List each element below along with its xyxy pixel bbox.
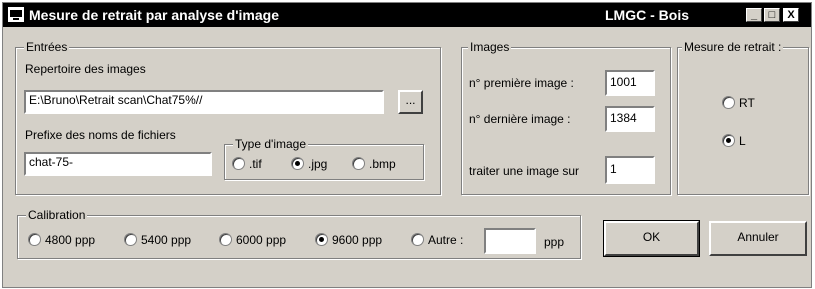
window-subtitle: LMGC - Bois (605, 7, 689, 23)
browse-button[interactable]: ... (398, 90, 423, 114)
window-title: Mesure de retrait par analyse d'image (29, 7, 279, 23)
radio-tif[interactable]: .tif (232, 157, 262, 171)
radio-jpg[interactable]: .jpg (291, 157, 327, 171)
title-bar: Mesure de retrait par analyse d'image LM… (3, 3, 811, 27)
autre-ppp-input[interactable] (484, 228, 536, 254)
radio-dot (28, 233, 41, 246)
traiter-label: traiter une image sur (469, 164, 580, 178)
images-group: Images n° première image : 1001 n° derni… (461, 40, 671, 195)
radio-4800[interactable]: 4800 ppp (28, 233, 95, 247)
ok-button[interactable]: OK (603, 220, 700, 257)
computer-icon (8, 7, 24, 22)
radio-rt-label: RT (739, 96, 755, 110)
radio-dot (291, 157, 304, 170)
radio-bmp[interactable]: .bmp (352, 157, 396, 171)
ppp-unit-label: ppp (544, 235, 565, 249)
radio-autre[interactable]: Autre : (411, 233, 463, 247)
radio-5400[interactable]: 5400 ppp (124, 233, 191, 247)
radio-bmp-label: .bmp (369, 157, 396, 171)
radio-9600[interactable]: 9600 ppp (315, 233, 382, 247)
radio-dot (315, 233, 328, 246)
type-image-group: Type d'image .tif .jpg .bmp (224, 137, 424, 180)
radio-dot (722, 134, 735, 147)
repertoire-label: Repertoire des images (25, 62, 146, 76)
radio-6000-label: 6000 ppp (236, 233, 287, 247)
prefixe-label: Prefixe des noms de fichiers (25, 128, 176, 142)
radio-jpg-label: .jpg (308, 157, 328, 171)
radio-l[interactable]: L (722, 134, 746, 148)
minimize-button[interactable]: _ (746, 8, 762, 22)
radio-5400-label: 5400 ppp (141, 233, 192, 247)
dialog-window: Mesure de retrait par analyse d'image LM… (2, 2, 812, 288)
mesure-retrait-legend: Mesure de retrait : (682, 40, 784, 54)
calibration-legend: Calibration (26, 208, 88, 222)
type-image-legend: Type d'image (233, 137, 308, 151)
repertoire-input[interactable]: E:\Bruno\Retrait scan\Chat75%// (24, 90, 384, 114)
mesure-retrait-group: Mesure de retrait : RT L (677, 40, 809, 195)
premiere-image-input[interactable]: 1001 (605, 70, 655, 96)
cancel-button[interactable]: Annuler (709, 221, 807, 256)
prefixe-input[interactable]: chat-75- (24, 152, 212, 176)
images-legend: Images (468, 40, 512, 54)
close-button[interactable]: X (783, 8, 799, 22)
radio-dot (232, 157, 245, 170)
radio-dot (124, 233, 137, 246)
radio-l-label: L (739, 134, 746, 148)
radio-4800-label: 4800 ppp (45, 233, 96, 247)
radio-rt[interactable]: RT (722, 96, 755, 110)
radio-dot (219, 233, 232, 246)
radio-tif-label: .tif (249, 157, 262, 171)
radio-dot (722, 96, 735, 109)
calibration-group: Calibration 4800 ppp 5400 ppp 6000 ppp 9… (17, 208, 581, 259)
premiere-image-label: n° première image : (469, 76, 574, 90)
radio-9600-label: 9600 ppp (332, 233, 383, 247)
derniere-image-input[interactable]: 1384 (605, 106, 655, 132)
radio-dot (411, 233, 424, 246)
traiter-input[interactable]: 1 (605, 156, 655, 184)
maximize-button[interactable]: □ (764, 8, 780, 22)
radio-autre-label: Autre : (428, 233, 464, 247)
derniere-image-label: n° dernière image : (469, 112, 571, 126)
entrees-group: Entrées Repertoire des images E:\Bruno\R… (15, 40, 441, 195)
radio-6000[interactable]: 6000 ppp (219, 233, 286, 247)
radio-dot (352, 157, 365, 170)
entrees-legend: Entrées (24, 40, 70, 54)
